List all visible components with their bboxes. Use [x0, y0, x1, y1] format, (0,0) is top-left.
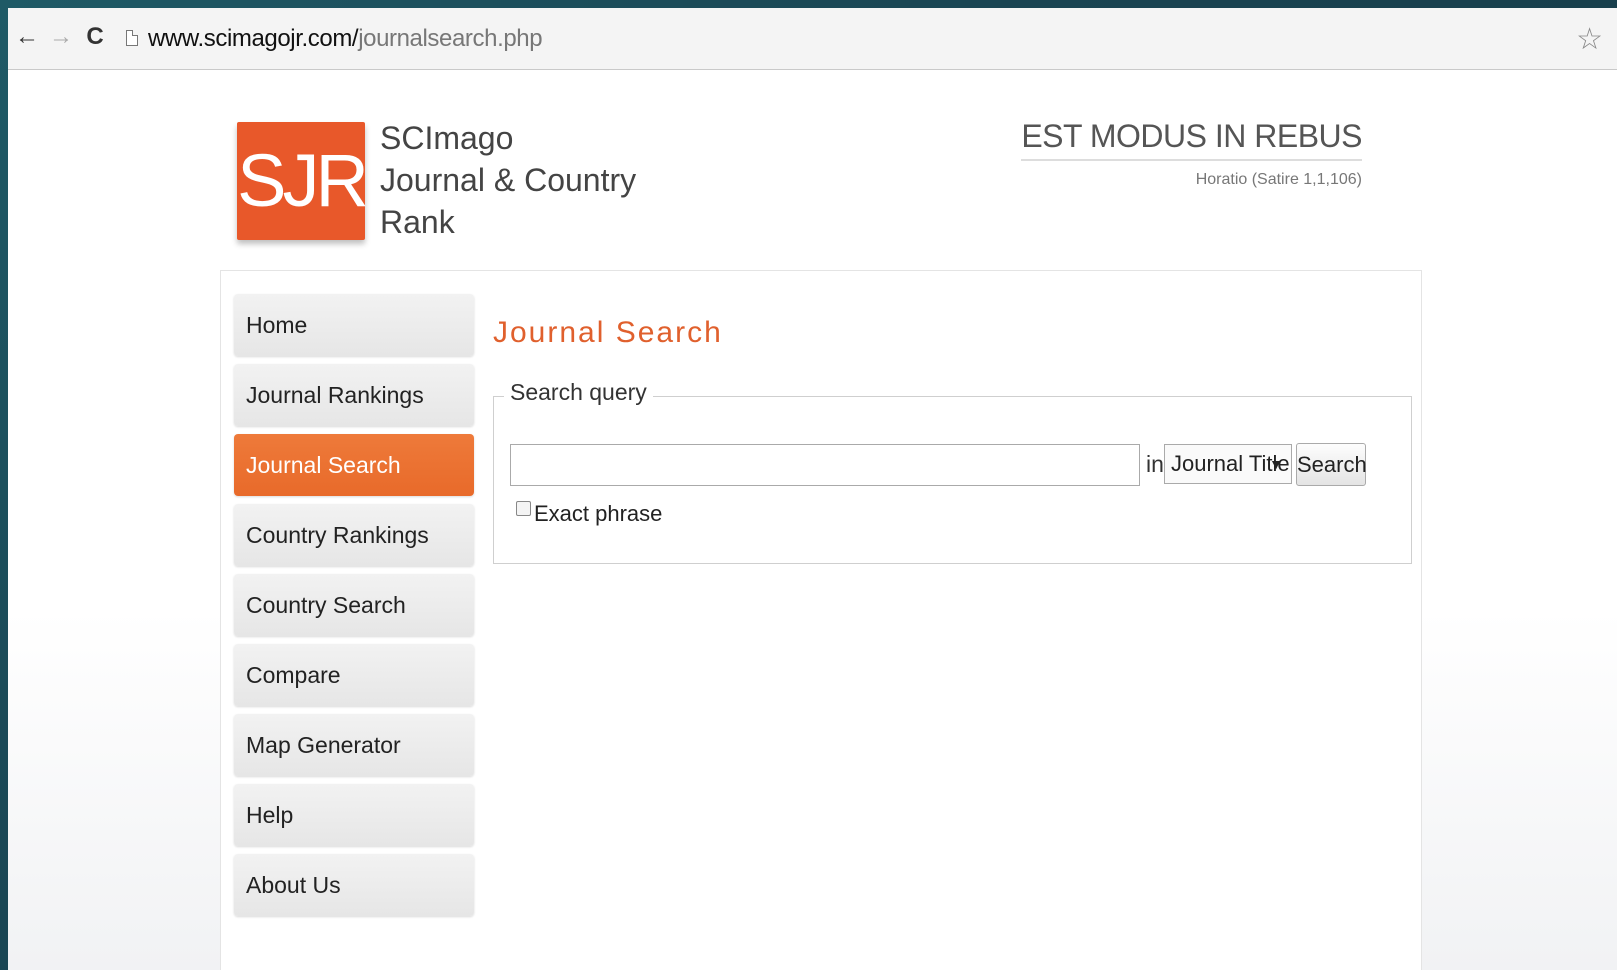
sidebar-item-journal-rankings[interactable]: Journal Rankings: [234, 364, 474, 426]
search-field-select[interactable]: Journal Title ▼: [1164, 444, 1292, 484]
url-path: journalsearch.php: [358, 25, 543, 52]
sidebar-item-compare[interactable]: Compare: [234, 644, 474, 706]
sjr-logo[interactable]: SJR: [237, 122, 369, 240]
sidebar-item-country-rankings[interactable]: Country Rankings: [234, 504, 474, 566]
back-icon[interactable]: ←: [14, 22, 40, 52]
reload-icon[interactable]: C: [82, 22, 108, 52]
forward-icon[interactable]: →: [48, 22, 74, 52]
sidebar-item-about-us[interactable]: About Us: [234, 854, 474, 916]
fieldset-legend: Search query: [504, 379, 653, 406]
site-name-line2: Journal & Country: [380, 162, 637, 198]
motto-text: EST MODUS IN REBUS: [1021, 118, 1362, 161]
site-name-line3: Rank: [380, 204, 455, 240]
page-content: SJR SCImago Journal & Country Rank EST M…: [8, 71, 1617, 970]
search-button[interactable]: Search: [1296, 443, 1367, 486]
sidebar-item-help[interactable]: Help: [234, 784, 474, 846]
bookmark-star-icon[interactable]: ☆: [1576, 22, 1603, 57]
exact-phrase-checkbox[interactable]: [516, 501, 531, 516]
content-box: Home Journal Rankings Journal Search Cou…: [220, 270, 1422, 970]
url-domain: www.scimagojr.com/: [148, 25, 359, 52]
exact-phrase-label: Exact phrase: [534, 501, 663, 526]
site-name-line1: SCImago: [380, 120, 514, 156]
motto-source: Horatio (Satire 1,1,106): [1195, 171, 1362, 188]
sidebar-item-journal-search[interactable]: Journal Search: [234, 434, 474, 496]
browser-toolbar: ← → C www.scimagojr.com/journalsearch.ph…: [8, 8, 1617, 70]
search-input[interactable]: [510, 444, 1140, 486]
page-icon: [126, 30, 138, 46]
in-label: in: [1146, 451, 1164, 477]
address-bar[interactable]: www.scimagojr.com/journalsearch.php: [148, 25, 543, 53]
site-name: SCImago Journal & Country Rank: [380, 117, 636, 243]
sidebar-menu: Home Journal Rankings Journal Search Cou…: [234, 294, 474, 924]
dropdown-arrow-icon: ▼: [1269, 456, 1283, 472]
browser-window: ← → C www.scimagojr.com/journalsearch.ph…: [8, 8, 1617, 970]
search-query-fieldset: Search query in Journal Title ▼ Search E…: [493, 379, 1412, 564]
sidebar-item-map-generator[interactable]: Map Generator: [234, 714, 474, 776]
page-title: Journal Search: [493, 316, 723, 349]
sidebar-item-country-search[interactable]: Country Search: [234, 574, 474, 636]
sidebar-item-home[interactable]: Home: [234, 294, 474, 356]
motto: EST MODUS IN REBUS Horatio (Satire 1,1,1…: [1021, 118, 1362, 189]
